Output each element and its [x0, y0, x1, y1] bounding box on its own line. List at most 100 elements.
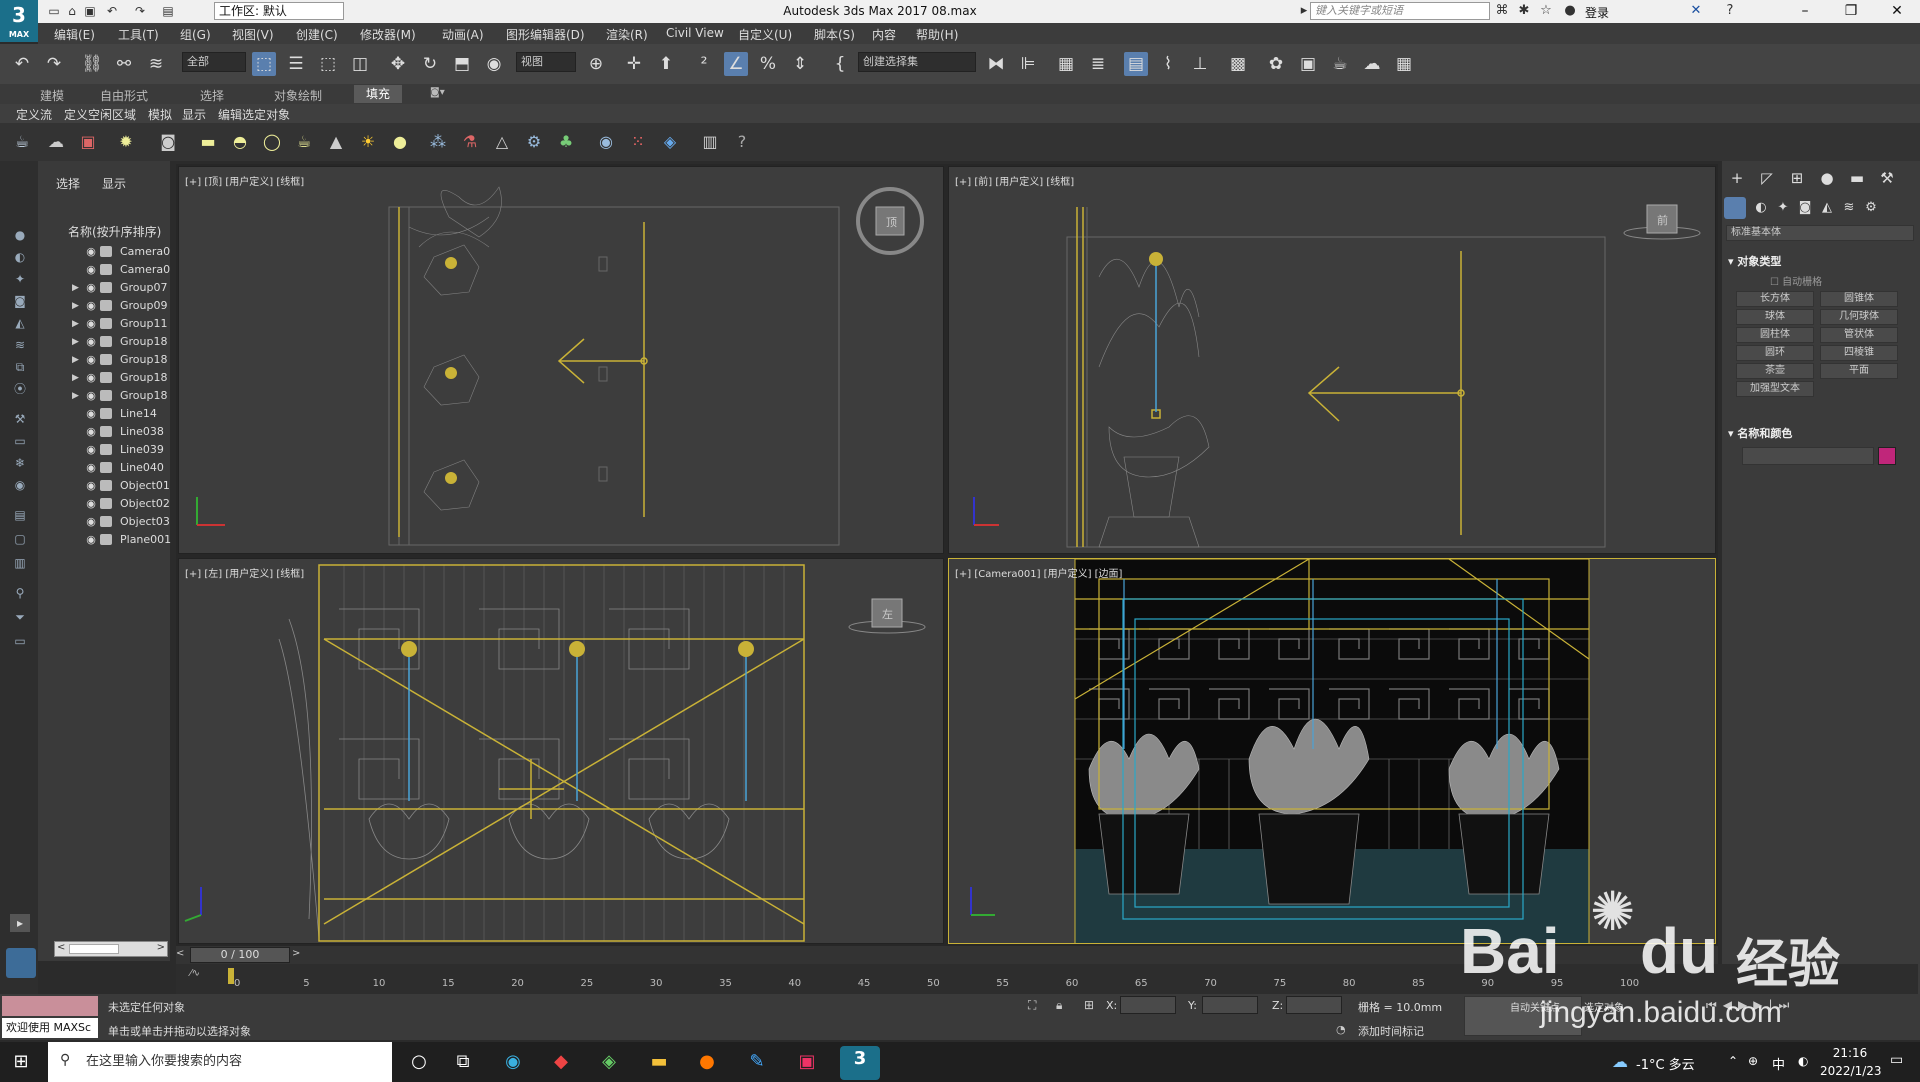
scene-explorer-toggle-icon[interactable]: ▦ — [1054, 52, 1078, 76]
angle-snap-icon[interactable]: ∠ — [724, 52, 748, 76]
find-icon[interactable]: ⚲ — [10, 584, 30, 602]
expand-arrow-icon[interactable]: ▶ — [72, 369, 79, 387]
ribbon-edit-selected[interactable]: 编辑选定对象 — [218, 106, 290, 123]
select-manipulate-icon[interactable]: ✛ — [622, 52, 646, 76]
text-plus-button[interactable]: 加强型文本 — [1736, 381, 1814, 397]
filter-containers-icon[interactable]: ▭ — [10, 432, 30, 450]
subscription-icon[interactable]: ✱ — [1516, 3, 1532, 19]
shapes-category-icon[interactable]: ◐ — [1750, 197, 1772, 219]
funnel-icon[interactable]: ⏷ — [10, 608, 30, 626]
dynamics-icon[interactable]: ⚗ — [458, 130, 482, 154]
primitive-type-dropdown[interactable]: 标准基本体 — [1726, 225, 1914, 241]
lights-category-icon[interactable]: ✦ — [1772, 197, 1794, 219]
tab-object-paint[interactable]: 对象绘制 — [274, 87, 322, 104]
list-item[interactable]: ◉ Line038 — [38, 423, 170, 441]
object-color-swatch[interactable] — [1878, 447, 1896, 465]
expand-arrow-icon[interactable]: ▶ — [72, 315, 79, 333]
ribbon-define-flows[interactable]: 定义流 — [16, 106, 52, 123]
expand-arrow-icon[interactable]: ▶ — [72, 351, 79, 369]
create-panel-icon[interactable]: + — [1726, 167, 1748, 189]
tetra-icon[interactable]: △ — [490, 130, 514, 154]
spacewarps-category-icon[interactable]: ≋ — [1838, 197, 1860, 219]
keyboard-shortcut-icon[interactable]: ⬆ — [654, 52, 678, 76]
drawing-app-icon[interactable]: ✎ — [744, 1049, 770, 1075]
time-next-icon[interactable]: > — [292, 948, 304, 962]
filter-cameras-icon[interactable]: ◙ — [10, 292, 30, 310]
render-cloud-icon[interactable]: ☁ — [1360, 52, 1384, 76]
menu-edit[interactable]: 编辑(E) — [54, 26, 95, 43]
app-green-icon[interactable]: ◈ — [596, 1049, 622, 1075]
question-icon[interactable]: ? — [730, 130, 754, 154]
tray-expand-icon[interactable]: ⌃ — [1728, 1054, 1738, 1068]
tab-freeform[interactable]: 自由形式 — [100, 87, 148, 104]
cameras-category-icon[interactable]: ◙ — [1794, 197, 1816, 219]
torus-button[interactable]: 圆环 — [1736, 345, 1814, 361]
scene-tab-display[interactable]: 显示 — [102, 175, 126, 192]
login-link[interactable]: 登录 — [1585, 4, 1609, 21]
edge-browser-icon[interactable]: ◉ — [500, 1049, 526, 1075]
z-coordinate-field[interactable] — [1286, 996, 1342, 1014]
move-icon[interactable]: ✥ — [386, 52, 410, 76]
ribbon-display[interactable]: 显示 — [182, 106, 206, 123]
menu-civil-view[interactable]: Civil View — [666, 26, 724, 40]
box-icon[interactable]: ▬ — [196, 130, 220, 154]
isolate-icon[interactable]: ⛶ — [1028, 998, 1036, 1013]
eye-icon[interactable]: ◉ — [85, 495, 97, 513]
eye-icon[interactable]: ◉ — [85, 297, 97, 315]
cloud-icon[interactable]: ☁ — [44, 130, 68, 154]
binoculars-icon[interactable]: ⌘ — [1494, 3, 1510, 19]
list-item[interactable]: ◉ Line14 — [38, 405, 170, 423]
eye-icon[interactable]: ◉ — [85, 333, 97, 351]
sphere-button[interactable]: 球体 — [1736, 309, 1814, 325]
input-method[interactable]: 中 — [1772, 1054, 1785, 1073]
geosphere-button[interactable]: 几何球体 — [1820, 309, 1898, 325]
menu-views[interactable]: 视图(V) — [232, 26, 274, 43]
render-production-icon[interactable]: ☕ — [1328, 52, 1352, 76]
redo-tool-icon[interactable]: ↷ — [42, 52, 66, 76]
list-item[interactable]: ◉ Camera0 — [38, 261, 170, 279]
disc-icon[interactable]: ● — [388, 130, 412, 154]
display-panel-icon[interactable]: ▬ — [1846, 167, 1868, 189]
viewport-left[interactable]: [+] [左] [用户定义] [线框] 左 — [178, 558, 944, 944]
filter-lights-icon[interactable]: ✦ — [10, 270, 30, 288]
x-coordinate-field[interactable] — [1120, 996, 1176, 1014]
task-view-icon[interactable]: ⧉ — [450, 1049, 476, 1075]
redo-icon[interactable]: ↷ — [132, 3, 148, 19]
minimize-button[interactable]: – — [1782, 0, 1828, 23]
display-invert-icon[interactable]: ▥ — [10, 554, 30, 572]
selection-set-dropdown[interactable]: 创建选择集 — [858, 52, 976, 72]
list-item[interactable]: ▶ ◉ Group18 — [38, 387, 170, 405]
name-color-header[interactable]: ▾ 名称和颜色 — [1728, 425, 1792, 441]
windows-start-icon[interactable]: ⊞ — [8, 1049, 34, 1075]
firefox-icon[interactable]: ● — [694, 1049, 720, 1075]
filter-geometry-icon[interactable]: ● — [10, 226, 30, 244]
open-file-icon[interactable]: ⌂ — [64, 3, 80, 19]
viewport-camera-label[interactable]: [+] [Camera001] [用户定义] [边面] — [955, 565, 1122, 580]
menu-customize[interactable]: 自定义(U) — [738, 26, 792, 43]
menu-content[interactable]: 内容 — [872, 26, 896, 43]
render-setup-icon[interactable]: ✿ — [1264, 52, 1288, 76]
bind-spacewarp-icon[interactable]: ≋ — [144, 52, 168, 76]
cone-icon[interactable]: ▲ — [324, 130, 348, 154]
box-button[interactable]: 长方体 — [1736, 291, 1814, 307]
eye-icon[interactable]: ◉ — [85, 369, 97, 387]
filter-helpers-icon[interactable]: ◭ — [10, 314, 30, 332]
object-type-header[interactable]: ▾ 对象类型 — [1728, 253, 1781, 269]
window-crossing-icon[interactable]: ◫ — [348, 52, 372, 76]
eye-icon[interactable]: ◉ — [85, 405, 97, 423]
cylinder-button[interactable]: 圆柱体 — [1736, 327, 1814, 343]
eye-icon[interactable]: ◉ — [85, 243, 97, 261]
motion-panel-icon[interactable]: ● — [1816, 167, 1838, 189]
tube-button[interactable]: 管状体 — [1820, 327, 1898, 343]
select-by-name-icon[interactable]: ☰ — [284, 52, 308, 76]
filter-hidden-icon[interactable]: ◉ — [10, 476, 30, 494]
tray-app-icon[interactable]: ◐ — [1798, 1054, 1808, 1068]
helpers-category-icon[interactable]: ◭ — [1816, 197, 1838, 219]
layer-explorer-icon[interactable]: ≣ — [1086, 52, 1110, 76]
app-logo[interactable]: 3 MAX — [0, 0, 38, 42]
list-item[interactable]: ◉ Object01 — [38, 477, 170, 495]
viewport-front[interactable]: [+] [前] [用户定义] [线框] 前 — [948, 166, 1716, 554]
maxscript-mini-listener[interactable]: 欢迎使用 MAXSc — [2, 1018, 98, 1038]
notification-icon[interactable]: ▭ — [1890, 1052, 1903, 1068]
rotate-icon[interactable]: ↻ — [418, 52, 442, 76]
